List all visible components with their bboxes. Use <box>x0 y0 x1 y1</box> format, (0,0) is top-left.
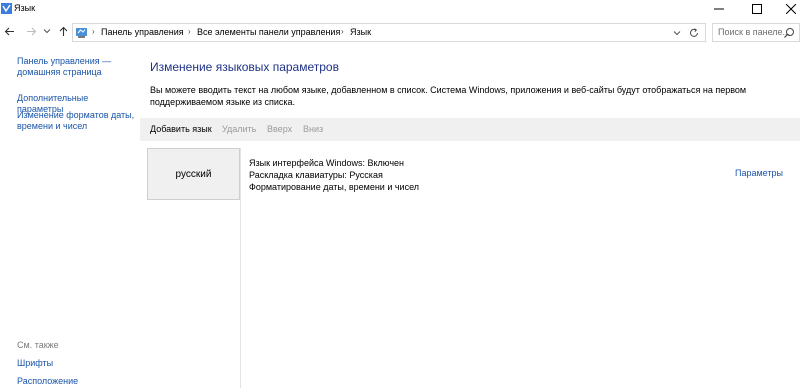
breadcrumb-control-panel[interactable]: Панель управления <box>101 27 184 37</box>
language-detail-interface: Язык интерфейса Windows: Включен <box>249 158 405 168</box>
address-dropdown-button[interactable] <box>672 27 682 39</box>
arrow-up-icon <box>59 26 67 36</box>
breadcrumb-separator-icon: › <box>188 27 191 36</box>
breadcrumb-separator-icon: › <box>92 27 95 36</box>
see-also-label: См. также <box>17 340 59 350</box>
maximize-icon <box>752 4 762 14</box>
arrow-right-icon <box>26 27 36 35</box>
arrow-left-icon <box>4 27 14 35</box>
language-options-link[interactable]: Параметры <box>735 168 783 178</box>
search-box[interactable]: Поиск в панелe... <box>712 23 800 42</box>
language-detail-keyboard: Раскладка клавиатуры: Русская <box>249 170 383 180</box>
close-icon <box>786 4 796 14</box>
maximize-button[interactable] <box>738 0 776 18</box>
move-down-button[interactable]: Вниз <box>303 124 323 134</box>
page-description: Вы можете вводить текст на любом языке, … <box>150 85 747 107</box>
page-title: Изменение языковых параметров <box>150 60 339 74</box>
language-detail-formatting: Форматирование даты, времени и чисел <box>249 182 420 192</box>
sidebar-link-location[interactable]: Расположение <box>17 376 78 387</box>
breadcrumb-language[interactable]: Язык <box>350 27 371 37</box>
search-placeholder: Поиск в панелe... <box>718 27 791 37</box>
remove-language-button[interactable]: Удалить <box>222 124 256 134</box>
control-panel-icon <box>76 28 87 38</box>
language-tile-russian[interactable]: русский <box>147 148 240 200</box>
close-button[interactable] <box>772 0 800 18</box>
navigation-bar: › Панель управления › Все элементы панел… <box>0 22 800 42</box>
up-button[interactable] <box>56 24 70 38</box>
add-language-button[interactable]: Добавить язык <box>150 124 212 134</box>
back-button[interactable] <box>2 24 16 38</box>
search-icon <box>784 28 794 38</box>
sidebar-link-fonts[interactable]: Шрифты <box>17 358 53 369</box>
move-up-button[interactable]: Вверх <box>267 124 292 134</box>
language-toolbar: Добавить язык Удалить Вверх Вниз <box>140 118 800 141</box>
chevron-down-icon <box>43 29 51 34</box>
breadcrumb-separator-icon: › <box>341 27 344 36</box>
sidebar-link-home[interactable]: Панель управления — домашняя страница <box>17 56 132 78</box>
title-bar: Язык <box>0 0 800 18</box>
window-title: Язык <box>14 3 36 13</box>
minimize-button[interactable] <box>700 0 738 18</box>
sidebar: Панель управления — домашняя страница До… <box>0 45 140 388</box>
language-app-icon <box>1 3 12 14</box>
refresh-button[interactable] <box>687 26 701 40</box>
chevron-down-icon <box>673 31 681 36</box>
recent-locations-button[interactable] <box>40 24 54 38</box>
refresh-icon <box>690 28 698 37</box>
language-details: Язык интерфейса Windows: Включен Расклад… <box>249 157 419 193</box>
language-list-divider <box>240 148 241 388</box>
address-bar[interactable]: › Панель управления › Все элементы панел… <box>72 23 706 42</box>
breadcrumb-all-items[interactable]: Все элементы панели управления <box>197 27 340 37</box>
forward-button[interactable] <box>24 24 38 38</box>
sidebar-link-formats[interactable]: Изменение форматов даты, времени и чисел <box>17 110 137 132</box>
minimize-icon <box>714 8 724 10</box>
